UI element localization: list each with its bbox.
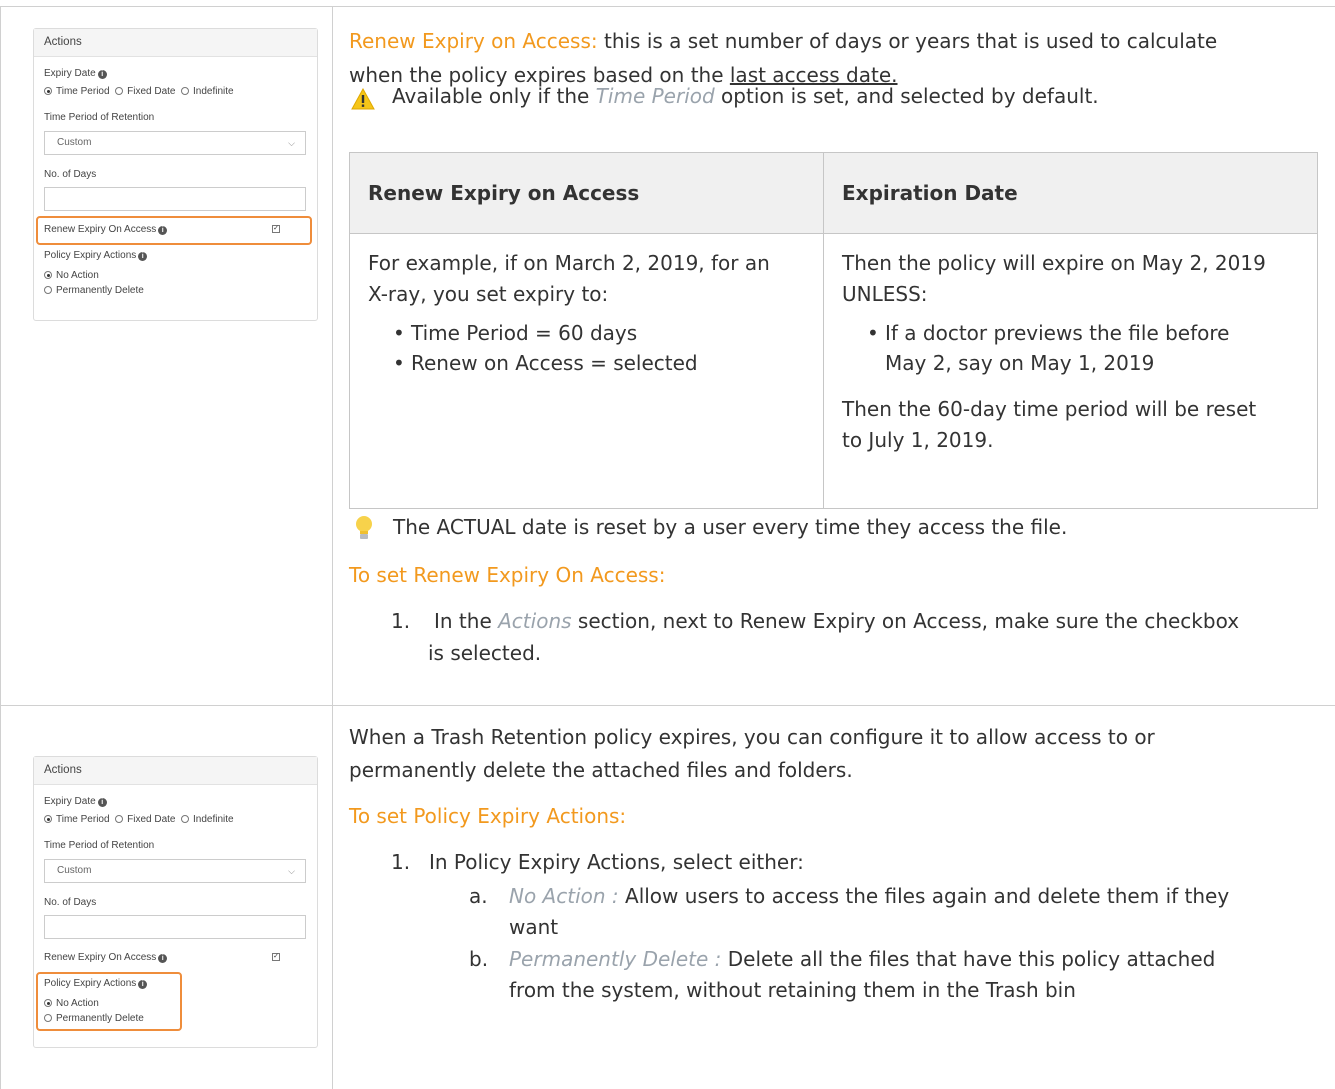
radio-time-period[interactable]: Time Period (44, 814, 110, 825)
renew-term: Renew Expiry on Access: (349, 29, 598, 53)
info-icon: i (97, 798, 107, 807)
radio-fixed-date[interactable]: Fixed Date (115, 86, 175, 97)
table-border-left (0, 6, 1, 1089)
option-a-num: a. (469, 884, 488, 908)
renew-step-1-cont: is selected. (428, 641, 542, 665)
table-row-divider (0, 705, 1335, 706)
radio-time-period[interactable]: Time Period (44, 86, 110, 97)
trash-intro-line-2: permanently delete the attached files an… (349, 758, 853, 782)
days-label: No. of Days (44, 897, 97, 908)
actions-panel-1: Actions Expiry Date i Time Period Fixed D… (33, 28, 318, 321)
radio-permanently-delete[interactable]: Permanently Delete (44, 285, 144, 296)
renew-checkbox[interactable]: ✓ (272, 953, 280, 961)
retention-select[interactable]: Custom ⌵ (44, 859, 306, 883)
chevron-down-icon: ⌵ (288, 138, 295, 148)
example-left-cell: For example, if on March 2, 2019, for an… (349, 233, 824, 509)
expiry-date-radios: Time Period Fixed Date Indefinite (44, 86, 234, 97)
radio-indefinite[interactable]: Indefinite (181, 814, 234, 825)
highlight-renew-expiry (36, 216, 312, 245)
bullet-time-period: Time Period = 60 days (393, 318, 637, 349)
policy-actions-label: Policy Expiry Actions i (44, 250, 148, 261)
warning-icon (351, 88, 375, 110)
chevron-down-icon: ⌵ (288, 866, 295, 876)
bullet-doctor-preview: If a doctor previews the file before (867, 318, 1230, 349)
howto-policy-heading: To set Policy Expiry Actions: (349, 804, 627, 828)
info-icon: i (138, 252, 148, 261)
radio-fixed-date[interactable]: Fixed Date (115, 814, 175, 825)
info-icon: i (97, 70, 107, 79)
radio-selected-icon (44, 87, 52, 95)
retention-label: Time Period of Retention (44, 112, 155, 123)
trash-intro-line-1: When a Trash Retention policy expires, y… (349, 725, 1155, 749)
expire-text-2: UNLESS: (842, 282, 928, 306)
days-input[interactable] (44, 187, 306, 211)
radio-selected-icon (44, 815, 52, 823)
option-b-cont: from the system, without retaining them … (509, 978, 1076, 1002)
panel-title: Actions (34, 29, 317, 57)
table-column-divider (332, 6, 333, 1089)
days-label: No. of Days (44, 169, 97, 180)
days-input[interactable] (44, 915, 306, 939)
renew-step-1: In the Actions section, next to Renew Ex… (434, 609, 1240, 633)
expiry-date-label: Expiry Date i (44, 796, 107, 807)
expiry-date-radios: Time Period Fixed Date Indefinite (44, 814, 234, 825)
renew-label: Renew Expiry On Access i (44, 952, 168, 963)
warning-note: Available only if the Time Period option… (392, 84, 1099, 108)
radio-selected-icon (44, 271, 52, 279)
howto-renew-heading: To set Renew Expiry On Access: (349, 563, 666, 587)
lightbulb-icon (356, 516, 372, 539)
radio-icon (115, 87, 124, 95)
radio-indefinite[interactable]: Indefinite (181, 86, 234, 97)
tip-text: The ACTUAL date is reset by a user every… (393, 515, 1068, 539)
option-b: Permanently Delete : Delete all the file… (509, 947, 1216, 971)
renew-definition-line-1: Renew Expiry on Access: this is a set nu… (349, 29, 1218, 53)
option-a: No Action : Allow users to access the fi… (509, 884, 1230, 908)
highlight-policy-expiry-actions (36, 972, 182, 1031)
option-b-num: b. (469, 947, 489, 971)
panel-title: Actions (34, 757, 317, 785)
col-header-expiration: Expiration Date (823, 152, 1318, 234)
retention-label: Time Period of Retention (44, 840, 155, 851)
radio-icon (181, 87, 190, 95)
reset-text-2: to July 1, 2019. (842, 428, 994, 452)
policy-step-1: In Policy Expiry Actions, select either: (429, 850, 804, 874)
retention-select[interactable]: Custom ⌵ (44, 131, 306, 155)
expiry-date-label: Expiry Date i (44, 68, 107, 79)
col-header-renew: Renew Expiry on Access (349, 152, 824, 234)
example-table: Renew Expiry on Access Expiration Date F… (349, 152, 1318, 509)
option-a-cont: want (509, 915, 559, 939)
policy-step-1-num: 1. (391, 850, 411, 874)
info-icon: i (158, 954, 168, 963)
example-right-cell: Then the policy will expire on May 2, 20… (823, 233, 1318, 509)
expire-text-1: Then the policy will expire on May 2, 20… (842, 251, 1266, 275)
renew-step-1-num: 1. (391, 609, 411, 633)
radio-icon (181, 815, 190, 823)
bullet-doctor-preview-cont: May 2, say on May 1, 2019 (885, 351, 1155, 375)
radio-icon (44, 286, 52, 294)
radio-icon (115, 815, 124, 823)
example-intro-2: X-ray, you set expiry to: (368, 282, 609, 306)
reset-text-1: Then the 60-day time period will be rese… (842, 397, 1257, 421)
radio-no-action[interactable]: No Action (44, 270, 99, 281)
example-intro-1: For example, if on March 2, 2019, for an (368, 251, 770, 275)
bullet-renew-on-access: Renew on Access = selected (393, 348, 698, 379)
table-border-top (0, 6, 1335, 7)
